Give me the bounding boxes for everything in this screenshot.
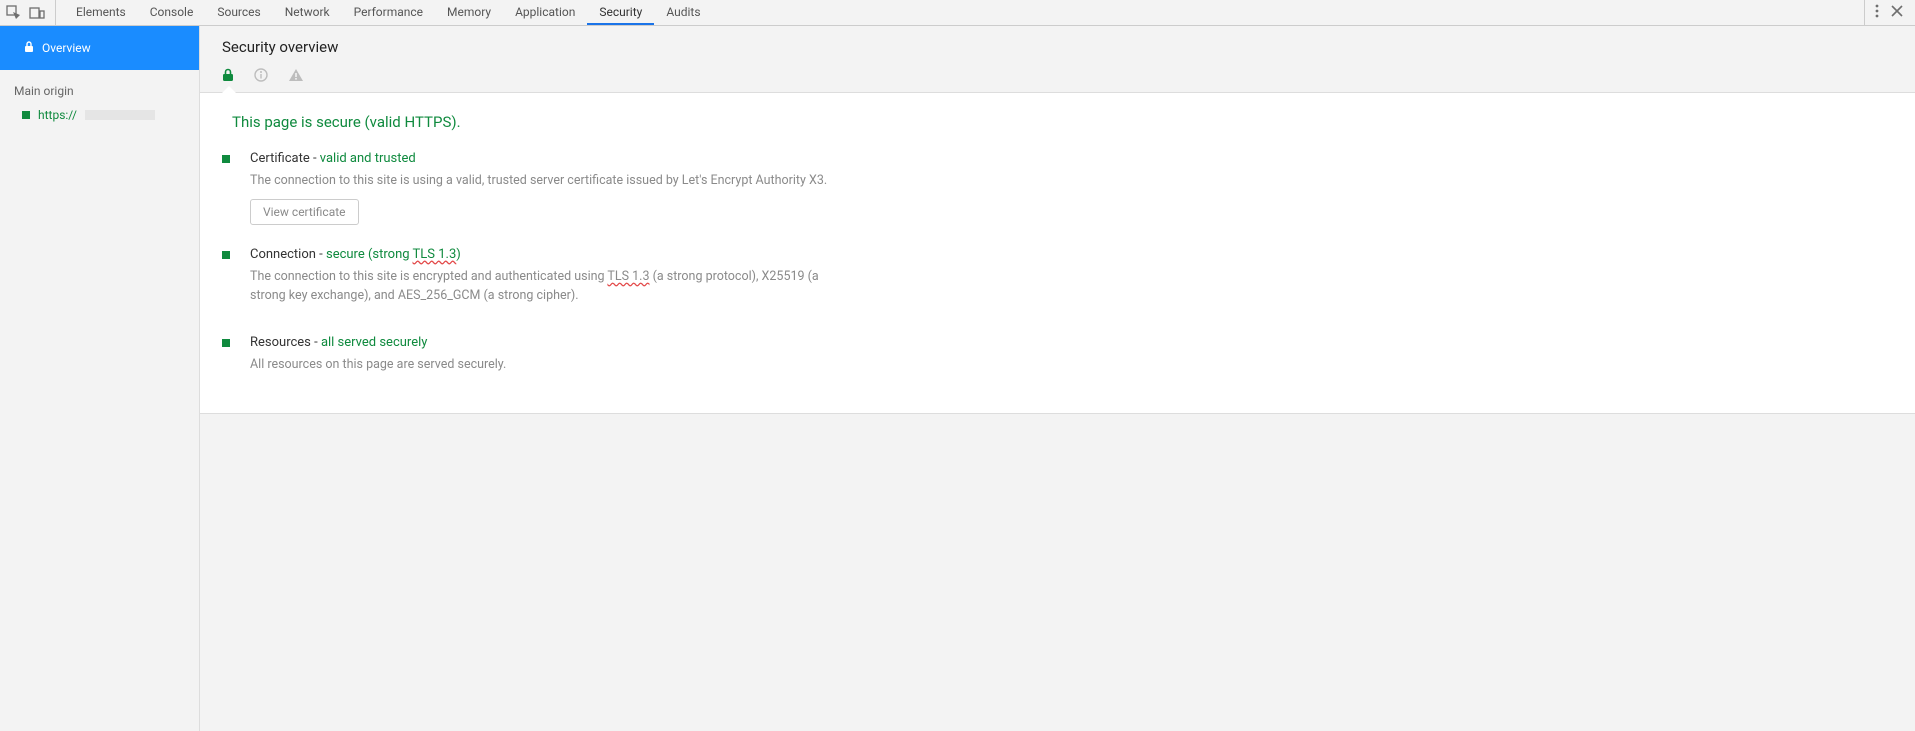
tab-label: Sources <box>217 5 260 19</box>
tab-memory[interactable]: Memory <box>435 0 503 25</box>
origin-prefix: https:// <box>38 108 77 122</box>
origin-redacted <box>85 110 155 120</box>
device-toggle-icon[interactable] <box>29 6 45 20</box>
resources-title: Resources - all served securely <box>250 335 842 350</box>
conn-status-c: ) <box>456 247 461 262</box>
security-state-icons <box>200 56 1915 92</box>
security-panel-body: This page is secure (valid HTTPS). Certi… <box>200 93 1915 414</box>
toolbar-left-icons <box>6 0 56 25</box>
tab-performance[interactable]: Performance <box>342 0 435 25</box>
cert-title-prefix: Certificate - <box>250 151 320 166</box>
sidebar-overview-label: Overview <box>42 41 91 55</box>
tab-label: Performance <box>354 5 423 19</box>
tab-label: Network <box>285 5 330 19</box>
connection-title: Connection - secure (strong TLS 1.3) <box>250 247 842 262</box>
devtools-toolbar: Elements Console Sources Network Perform… <box>0 0 1915 26</box>
conn-desc-a: The connection to this site is encrypted… <box>250 269 607 284</box>
certificate-section: Certificate - valid and trusted The conn… <box>222 151 842 225</box>
certificate-desc: The connection to this site is using a v… <box>250 172 842 191</box>
tab-label: Console <box>150 5 194 19</box>
secure-bullet-icon <box>222 155 230 163</box>
tab-sources[interactable]: Sources <box>205 0 272 25</box>
toolbar-right-controls <box>1864 0 1909 25</box>
security-overview-title: Security overview <box>200 26 1915 56</box>
tab-network[interactable]: Network <box>273 0 342 25</box>
sidebar-main-origin-title: Main origin <box>0 70 199 104</box>
security-sidebar: Overview Main origin https:// <box>0 26 200 731</box>
view-certificate-button[interactable]: View certificate <box>250 199 359 225</box>
caret-indicator <box>222 86 236 93</box>
info-icon[interactable] <box>254 68 268 82</box>
cert-title-status: valid and trusted <box>320 151 416 166</box>
secure-bullet-icon <box>222 339 230 347</box>
res-title-prefix: Resources - <box>250 335 321 350</box>
secure-bullet-icon <box>222 251 230 259</box>
connection-section: Connection - secure (strong TLS 1.3) The… <box>222 247 842 314</box>
conn-status-b: TLS 1.3 <box>413 247 457 262</box>
tab-label: Application <box>515 5 575 19</box>
main-layout: Overview Main origin https:// Security o… <box>0 26 1915 731</box>
inspect-element-icon[interactable] <box>6 5 21 20</box>
resources-section: Resources - all served securely All reso… <box>222 335 842 383</box>
tab-security[interactable]: Security <box>587 0 654 25</box>
tab-label: Audits <box>666 5 700 19</box>
more-options-icon[interactable] <box>1875 4 1879 21</box>
conn-status-a: secure (strong <box>326 247 413 262</box>
tab-audits[interactable]: Audits <box>654 0 712 25</box>
tab-application[interactable]: Application <box>503 0 587 25</box>
res-title-status: all served securely <box>321 335 427 350</box>
certificate-title: Certificate - valid and trusted <box>250 151 842 166</box>
tab-label: Security <box>599 5 642 19</box>
tab-label: Elements <box>76 5 126 19</box>
tab-console[interactable]: Console <box>138 0 206 25</box>
conn-desc-b: TLS 1.3 <box>607 269 649 284</box>
close-icon[interactable] <box>1891 5 1903 20</box>
warning-icon[interactable] <box>288 68 304 82</box>
devtools-tabs: Elements Console Sources Network Perform… <box>64 0 713 25</box>
resources-desc: All resources on this page are served se… <box>250 356 842 375</box>
security-content: Security overview This page is secure (v… <box>200 26 1915 731</box>
conn-title-prefix: Connection - <box>250 247 326 262</box>
sidebar-origin-item[interactable]: https:// <box>0 104 199 126</box>
secure-headline: This page is secure (valid HTTPS). <box>222 109 1893 151</box>
tab-elements[interactable]: Elements <box>64 0 138 25</box>
tab-label: Memory <box>447 5 491 19</box>
connection-desc: The connection to this site is encrypted… <box>250 268 842 306</box>
secure-lock-icon[interactable] <box>222 68 234 82</box>
sidebar-overview[interactable]: Overview <box>0 26 199 70</box>
secure-square-icon <box>22 111 30 119</box>
lock-icon <box>24 41 34 56</box>
